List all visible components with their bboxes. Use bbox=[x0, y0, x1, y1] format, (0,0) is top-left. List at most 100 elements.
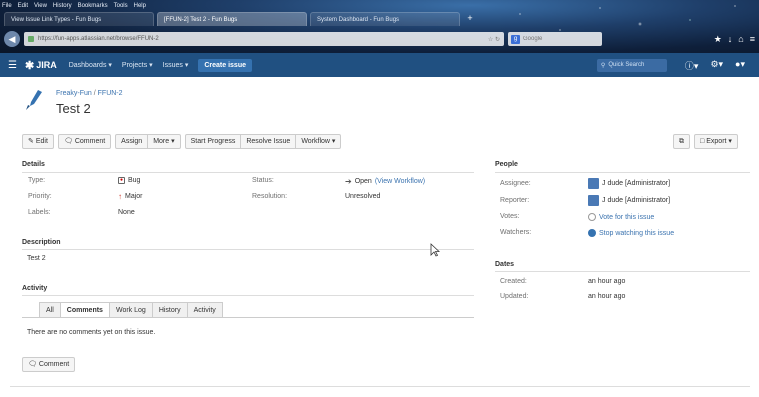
create-issue-button[interactable]: Create issue bbox=[198, 58, 252, 72]
people-divider bbox=[495, 172, 750, 173]
jira-logo[interactable]: ✱ JIRA bbox=[25, 59, 57, 72]
vote-icon bbox=[588, 213, 596, 221]
jira-header: ☰ ✱ JIRA Dashboards ▾ Projects ▾ Issues … bbox=[0, 53, 759, 77]
status-label: Status: bbox=[252, 177, 274, 184]
share-button[interactable]: ⧉ bbox=[673, 134, 690, 149]
updated-value: an hour ago bbox=[588, 293, 626, 300]
menu-view[interactable]: View bbox=[34, 2, 47, 11]
tab-work-log[interactable]: Work Log bbox=[108, 302, 152, 318]
status-open-icon: ➔ bbox=[345, 177, 352, 186]
menu-file[interactable]: File bbox=[2, 2, 12, 11]
tab-all[interactable]: All bbox=[39, 302, 60, 318]
help-icon[interactable]: ⓘ▾ bbox=[685, 59, 699, 72]
nav-projects[interactable]: Projects ▾ bbox=[122, 61, 153, 69]
type-label: Type: bbox=[28, 177, 46, 184]
header-icons: ⓘ▾ ⚙▾ ●▾ bbox=[685, 59, 745, 72]
reporter-value[interactable]: J dude [Administrator] bbox=[588, 195, 670, 206]
add-comment-button[interactable]: 🗨 Comment bbox=[22, 357, 76, 372]
browser-chrome: File Edit View History Bookmarks Tools H… bbox=[0, 0, 759, 53]
assignee-value[interactable]: J dude [Administrator] bbox=[588, 178, 670, 189]
quick-search-input[interactable]: ⚲ Quick Search bbox=[596, 58, 667, 72]
menu-tools[interactable]: Tools bbox=[114, 2, 128, 11]
menu-icon[interactable]: ≡ bbox=[750, 34, 755, 45]
add-comment-label: Comment bbox=[38, 361, 70, 368]
export-label: Export ▾ bbox=[706, 138, 732, 145]
more-button[interactable]: More ▾ bbox=[148, 134, 181, 149]
resolve-issue-button[interactable]: Resolve Issue bbox=[241, 134, 297, 149]
tab-history[interactable]: History bbox=[151, 302, 187, 318]
edit-button[interactable]: ✎ Edit bbox=[22, 134, 54, 149]
download-icon[interactable]: ↓ bbox=[728, 34, 733, 45]
view-workflow-link[interactable]: (View Workflow) bbox=[375, 178, 425, 185]
tab-comments[interactable]: Comments bbox=[59, 302, 109, 318]
reload-icon[interactable]: ☆ ↻ bbox=[488, 36, 500, 43]
activity-tabs: All Comments Work Log History Activity bbox=[39, 302, 223, 318]
app-switcher-icon[interactable]: ☰ bbox=[8, 60, 17, 71]
start-progress-button[interactable]: Start Progress bbox=[184, 134, 242, 149]
reporter-name[interactable]: J dude [Administrator] bbox=[602, 197, 670, 204]
bookmark-icon[interactable]: ★ bbox=[714, 34, 722, 45]
assign-button[interactable]: Assign bbox=[115, 134, 149, 149]
menu-history[interactable]: History bbox=[53, 2, 72, 11]
nav-dashboards[interactable]: Dashboards ▾ bbox=[69, 61, 112, 69]
gear-icon[interactable]: ⚙▾ bbox=[710, 59, 723, 72]
watchers-value[interactable]: Stop watching this issue bbox=[588, 229, 674, 237]
tab-activity[interactable]: Activity bbox=[186, 302, 223, 318]
comment-label: Comment bbox=[74, 138, 106, 145]
priority-label: Priority: bbox=[28, 193, 52, 200]
menu-help[interactable]: Help bbox=[134, 2, 146, 11]
nav-issues[interactable]: Issues ▾ bbox=[163, 61, 189, 69]
browser-toolbar-icons: ★ ↓ ⌂ ≡ bbox=[714, 34, 755, 45]
browser-search-input[interactable] bbox=[523, 36, 593, 42]
reporter-avatar bbox=[588, 195, 599, 206]
url-bar[interactable]: https://fun-apps.atlassian.net/browse/FF… bbox=[24, 32, 504, 46]
updated-label: Updated: bbox=[500, 293, 529, 300]
stop-watching-link[interactable]: Stop watching this issue bbox=[599, 230, 674, 237]
activity-divider bbox=[22, 295, 474, 296]
menu-bookmarks[interactable]: Bookmarks bbox=[78, 2, 108, 11]
rocket-icon bbox=[26, 90, 42, 110]
menu-edit[interactable]: Edit bbox=[18, 2, 28, 11]
browser-tab-issue[interactable]: [FFUN-2] Test 2 - Fun Bugs bbox=[157, 12, 307, 26]
issue-summary[interactable]: Test 2 bbox=[56, 101, 123, 116]
votes-value[interactable]: Vote for this issue bbox=[588, 213, 654, 221]
search-icon: ⚲ bbox=[600, 62, 606, 69]
back-button[interactable]: ◀ bbox=[4, 31, 20, 47]
type-value-text: Bug bbox=[128, 177, 141, 184]
export-button[interactable]: □ Export ▾ bbox=[694, 134, 738, 149]
workflow-group: Start Progress Resolve Issue Workflow ▾ bbox=[184, 134, 342, 149]
details-divider bbox=[22, 172, 474, 173]
no-comments-message: There are no comments yet on this issue. bbox=[27, 329, 156, 336]
description-divider bbox=[22, 249, 474, 250]
browser-tabs: View Issue Link Types - Fun Bugs [FFUN-2… bbox=[4, 12, 477, 26]
new-tab-button[interactable]: + bbox=[463, 13, 477, 25]
dates-heading[interactable]: Dates bbox=[495, 261, 514, 268]
issue-header: Freaky-Fun / FFUN-2 Test 2 bbox=[22, 88, 123, 116]
comment-button[interactable]: 🗨 Comment bbox=[57, 134, 112, 149]
breadcrumb: Freaky-Fun / FFUN-2 bbox=[56, 90, 123, 97]
vote-link[interactable]: Vote for this issue bbox=[599, 214, 654, 221]
breadcrumb-issue-key[interactable]: FFUN-2 bbox=[98, 90, 123, 97]
people-heading[interactable]: People bbox=[495, 161, 518, 168]
created-label: Created: bbox=[500, 278, 527, 285]
description-text[interactable]: Test 2 bbox=[27, 255, 46, 262]
jira-logo-icon: ✱ bbox=[24, 59, 35, 72]
browser-search-bar[interactable]: g bbox=[508, 32, 602, 46]
activity-heading[interactable]: Activity bbox=[22, 285, 47, 292]
description-heading[interactable]: Description bbox=[22, 239, 61, 246]
breadcrumb-project[interactable]: Freaky-Fun bbox=[56, 90, 92, 97]
share-icon: ⧉ bbox=[679, 138, 684, 145]
edit-label: Edit bbox=[35, 138, 48, 145]
browser-tab-link-types[interactable]: View Issue Link Types - Fun Bugs bbox=[4, 12, 154, 26]
workflow-button[interactable]: Workflow ▾ bbox=[296, 134, 342, 149]
details-heading[interactable]: Details bbox=[22, 161, 45, 168]
bug-icon: ● bbox=[118, 177, 125, 184]
project-avatar[interactable] bbox=[22, 88, 46, 112]
jira-logo-text: JIRA bbox=[36, 60, 57, 70]
watchers-label: Watchers: bbox=[500, 229, 532, 236]
assignee-name[interactable]: J dude [Administrator] bbox=[602, 180, 670, 187]
browser-tab-dashboard[interactable]: System Dashboard - Fun Bugs bbox=[310, 12, 460, 26]
user-avatar-icon[interactable]: ●▾ bbox=[735, 59, 745, 72]
quick-search-placeholder: Quick Search bbox=[608, 62, 645, 68]
home-icon[interactable]: ⌂ bbox=[738, 34, 743, 45]
